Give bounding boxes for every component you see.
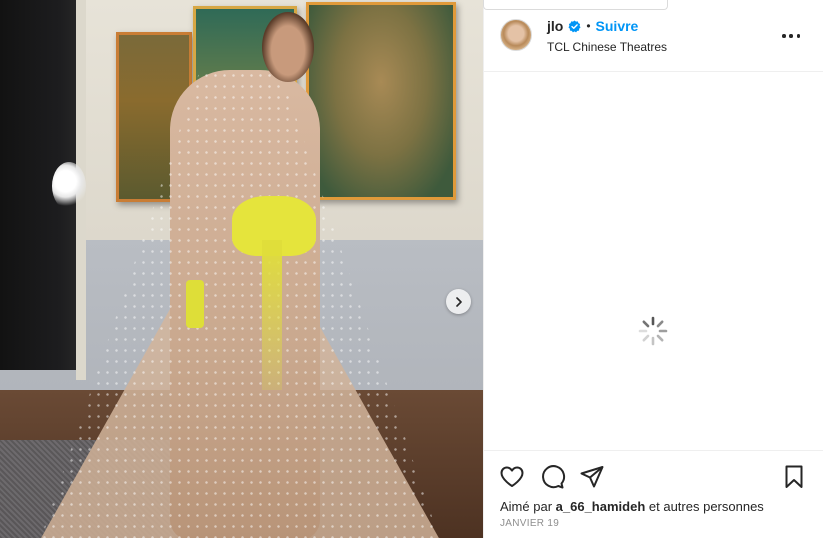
more-options-icon[interactable] — [779, 28, 803, 44]
comment-icon[interactable] — [538, 463, 566, 491]
post-actions: Aimé par a_66_hamideh et autres personne… — [484, 450, 823, 538]
post-header: jlo • Suivre TCL Chinese Theatres — [484, 0, 823, 72]
follow-button[interactable]: Suivre — [596, 18, 639, 34]
separator-dot: • — [586, 19, 591, 33]
post-details-panel: jlo • Suivre TCL Chinese Theatres Aimé p… — [483, 0, 823, 538]
comments-area — [484, 72, 823, 450]
post-media[interactable] — [0, 0, 483, 538]
username-link[interactable]: jlo — [547, 18, 563, 34]
post-photo — [0, 0, 483, 538]
likes-prefix: Aimé par — [500, 499, 553, 514]
post-date[interactable]: JANVIER 19 — [500, 518, 559, 529]
likes-suffix[interactable]: et autres personnes — [649, 499, 764, 514]
bookmark-icon[interactable] — [780, 463, 808, 491]
popover-edge — [483, 0, 668, 10]
next-image-button[interactable] — [446, 289, 471, 314]
chevron-right-icon — [455, 296, 462, 307]
likes-summary: Aimé par a_66_hamideh et autres personne… — [500, 499, 764, 514]
share-icon[interactable] — [578, 463, 606, 491]
verified-badge-icon — [568, 19, 581, 32]
liked-by-user-link[interactable]: a_66_hamideh — [556, 499, 646, 514]
heart-icon[interactable] — [498, 463, 526, 491]
user-row: jlo • Suivre — [547, 18, 638, 34]
spinner-icon — [638, 316, 668, 346]
avatar[interactable] — [500, 19, 532, 51]
location-link[interactable]: TCL Chinese Theatres — [547, 40, 667, 54]
